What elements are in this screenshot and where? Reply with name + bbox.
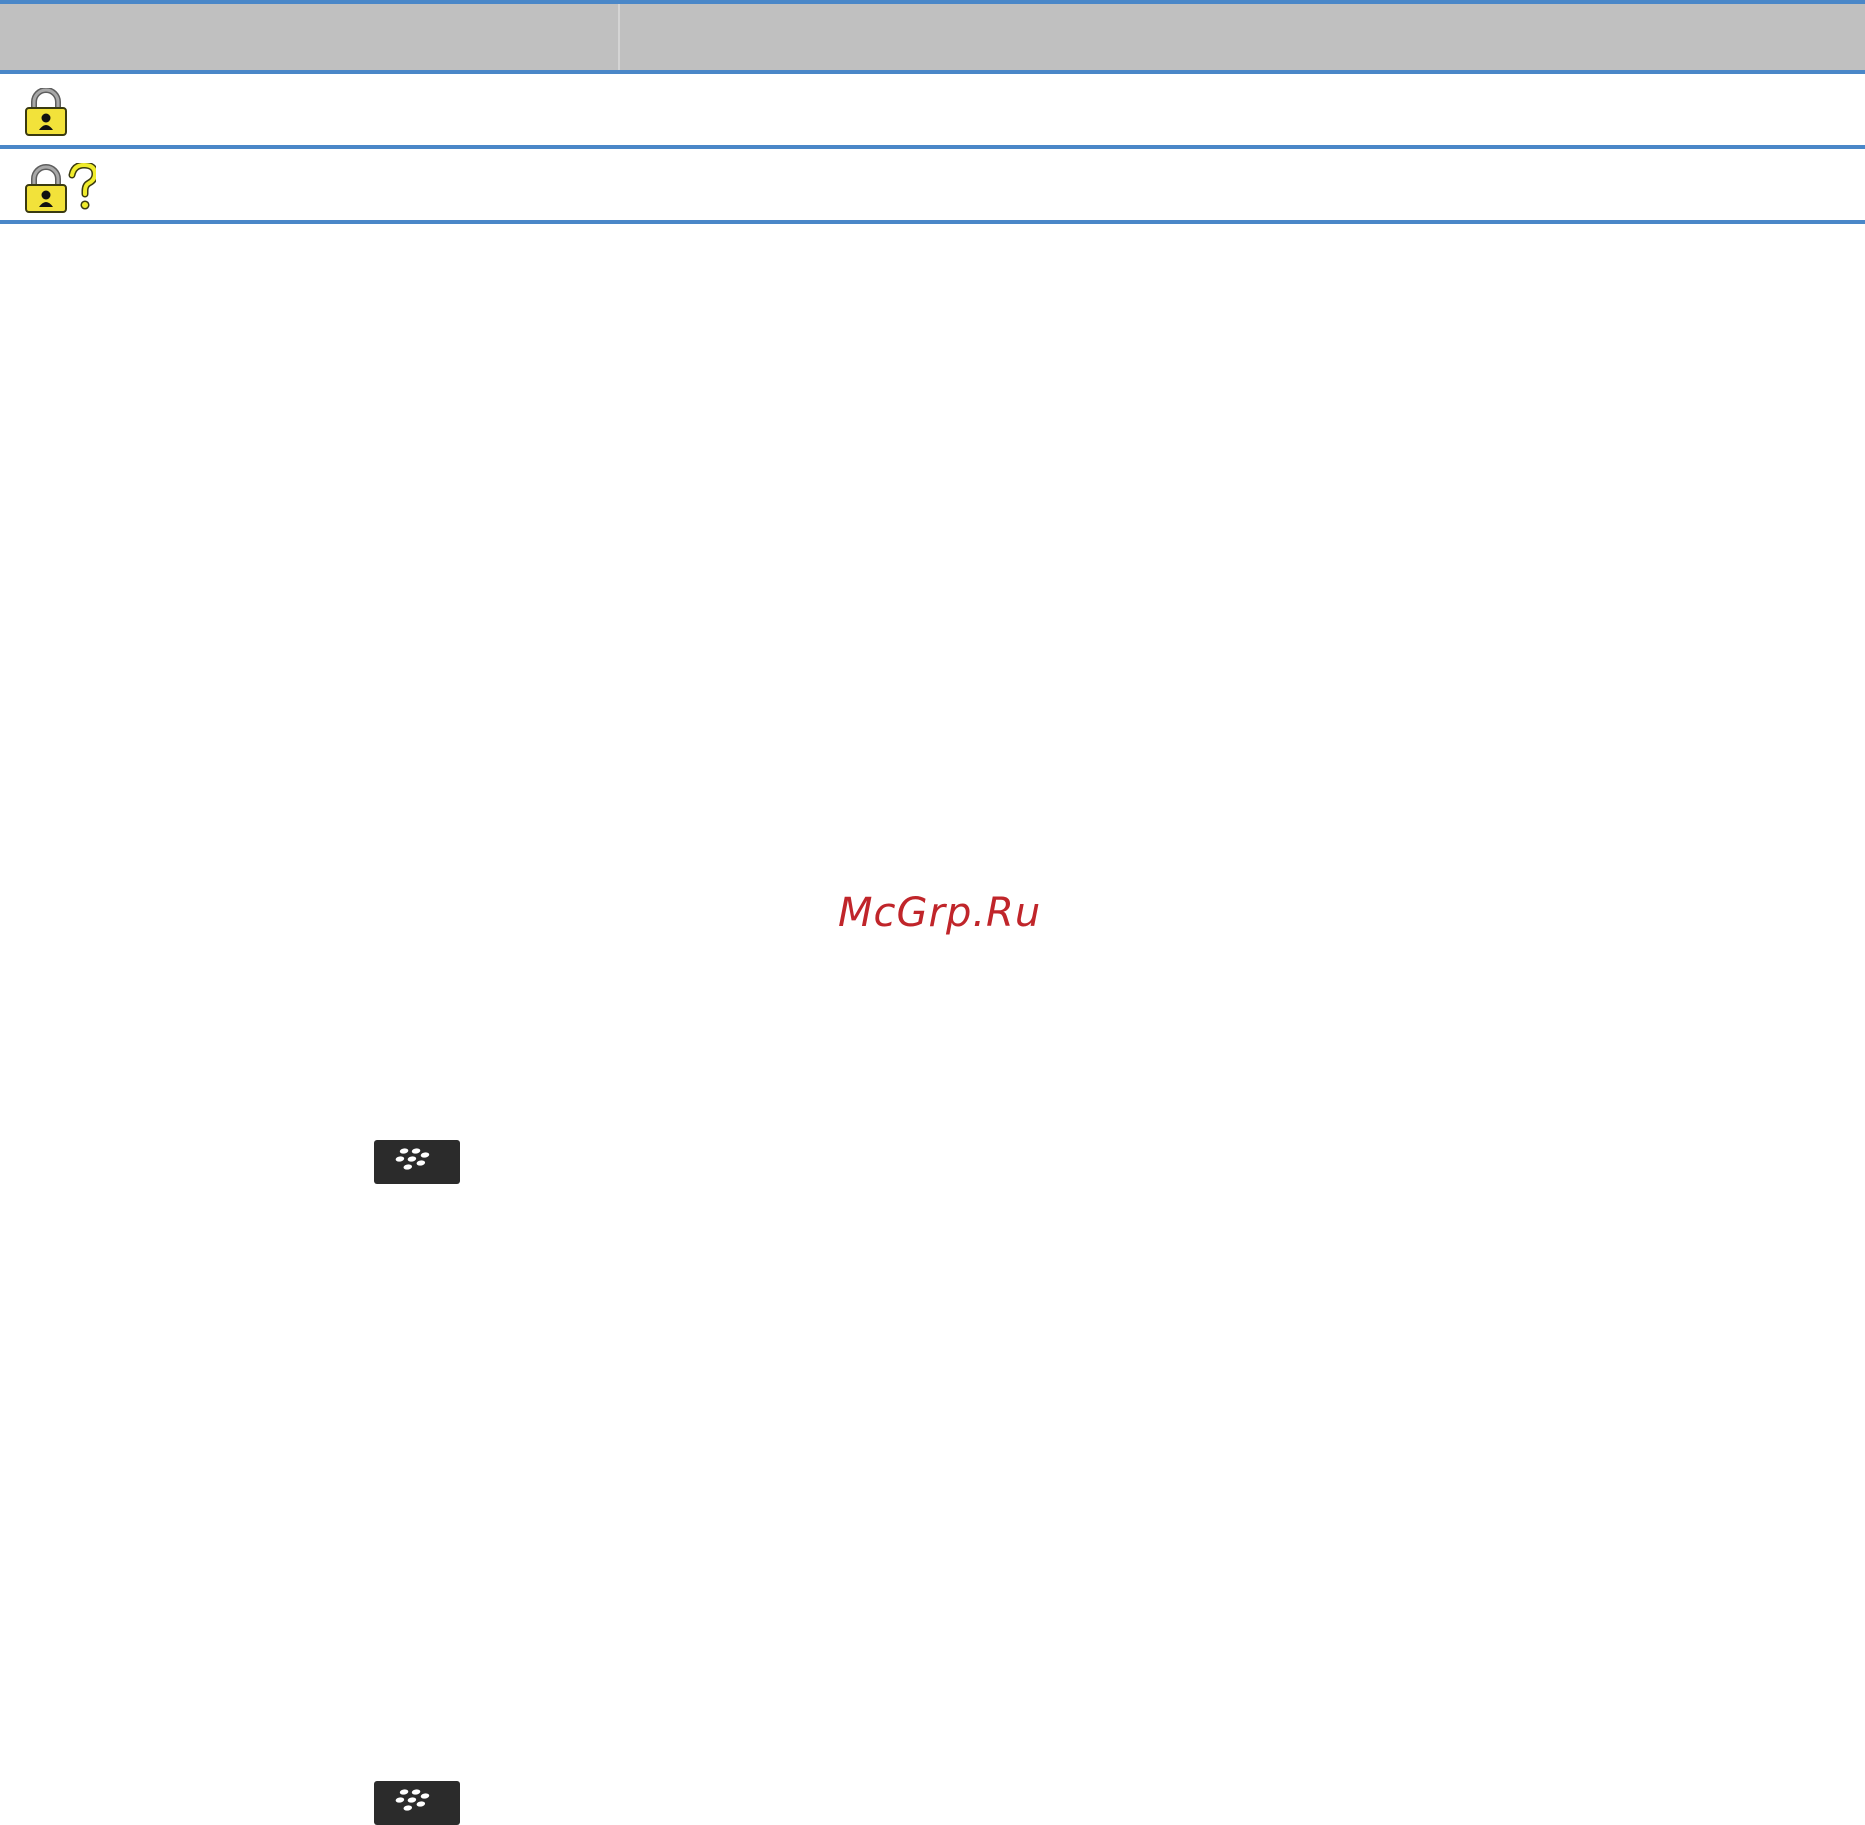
watermark: McGrp.Ru bbox=[838, 890, 1042, 936]
table-header-description-column bbox=[620, 4, 1865, 70]
table-row bbox=[0, 74, 1865, 149]
table-header bbox=[0, 0, 1865, 74]
blackberry-menu-key-icon bbox=[374, 1140, 460, 1184]
blackberry-menu-key-icon bbox=[374, 1781, 460, 1825]
table-header-icon-column bbox=[0, 4, 620, 70]
table-row bbox=[0, 149, 1865, 224]
padlock-question-icon bbox=[24, 161, 99, 217]
padlock-icon bbox=[24, 87, 68, 140]
